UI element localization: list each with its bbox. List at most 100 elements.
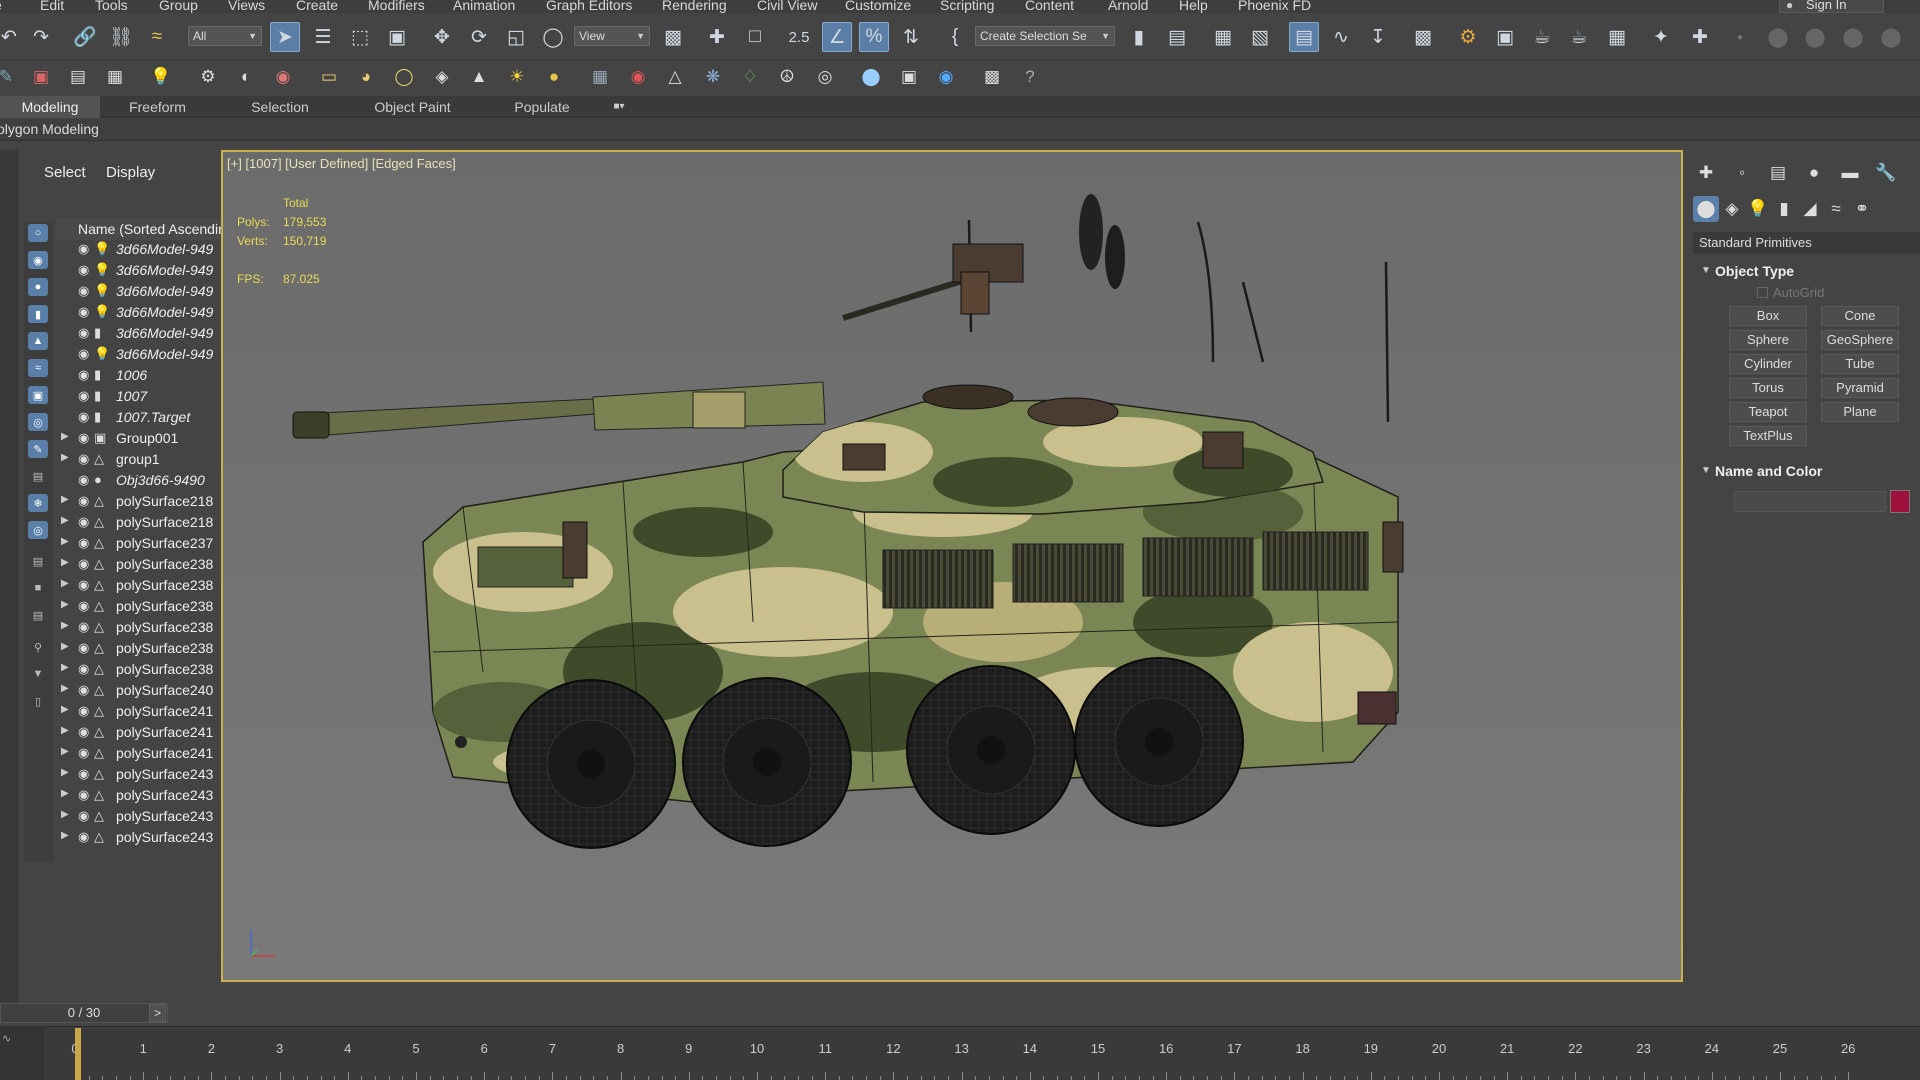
link-icon[interactable]: 🔗 <box>70 22 100 52</box>
expand-triangle-icon[interactable]: ▶ <box>61 746 69 757</box>
redo-icon[interactable]: ↷ <box>26 22 56 52</box>
menu-item-graph-editors[interactable]: Graph Editors <box>546 0 632 13</box>
textplus-button[interactable]: TextPlus <box>1729 426 1807 446</box>
grass-icon[interactable]: ♢ <box>736 63 764 91</box>
scale-icon[interactable]: ◱ <box>501 22 531 52</box>
tab-modeling[interactable]: Modeling <box>0 96 100 118</box>
scene-row[interactable]: ▶ ◉ △ polySurface218 <box>56 492 237 513</box>
material-editor-icon[interactable]: ▩ <box>1408 22 1438 52</box>
scene-row[interactable]: ◉ 💡 3d66Model-949 <box>56 303 237 324</box>
ambient-light-icon[interactable]: ● <box>540 63 568 91</box>
percent-snap-icon[interactable]: % <box>859 22 889 52</box>
rotate-icon[interactable]: ⟳ <box>464 22 494 52</box>
object-name-field[interactable] <box>1734 491 1886 512</box>
render-icon[interactable]: ◉ <box>269 63 297 91</box>
place-icon[interactable]: ◯ <box>538 22 568 52</box>
scene-row[interactable]: ▶ ◉ △ polySurface218 <box>56 513 237 534</box>
display-all-icon[interactable]: ▤ <box>28 552 48 570</box>
scene-row[interactable]: ▶ ◉ ▣ Group001 <box>56 429 237 450</box>
expand-triangle-icon[interactable]: ▶ <box>61 431 69 442</box>
torus-button[interactable]: Torus <box>1729 378 1807 398</box>
visibility-eye-icon[interactable]: ◉ <box>78 808 89 824</box>
display-xrefs-icon[interactable]: ◎ <box>28 413 48 431</box>
spinner-snap-icon[interactable]: ⇅ <box>896 22 926 52</box>
move-icon[interactable]: ✥ <box>427 22 457 52</box>
visibility-eye-icon[interactable]: ◉ <box>78 451 89 467</box>
lights-icon[interactable]: 💡 <box>1745 196 1771 222</box>
find-icon[interactable]: ⚲ <box>28 638 48 656</box>
scene-row[interactable]: ▶ ◉ △ polySurface238 <box>56 618 237 639</box>
motion-tab-icon[interactable]: ● <box>1801 160 1827 186</box>
scene-row[interactable]: ▶ ◉ △ polySurface241 <box>56 744 237 765</box>
display-hidden-icon[interactable]: ◎ <box>28 521 48 539</box>
cone-button[interactable]: Cone <box>1821 306 1899 326</box>
visibility-eye-icon[interactable]: ◉ <box>78 577 89 593</box>
keyboard-shortcut-icon[interactable]: □ <box>740 22 770 52</box>
helpers-icon[interactable]: ◢ <box>1797 196 1823 222</box>
visibility-eye-icon[interactable]: ◉ <box>78 262 89 278</box>
time-slider[interactable]: 0 / 30 <box>0 1003 168 1023</box>
menu-item-modifiers[interactable]: Modifiers <box>368 0 425 13</box>
undo-icon[interactable]: ↶ <box>0 22 24 52</box>
curve-editor-toggle[interactable]: ∿ <box>0 1026 44 1080</box>
mirror-icon[interactable]: ▮ <box>1124 22 1154 52</box>
sync-icon[interactable]: ▯ <box>28 692 48 710</box>
area-light-icon[interactable]: ▭ <box>315 63 343 91</box>
expand-triangle-icon[interactable]: ▶ <box>61 830 69 841</box>
scene-row[interactable]: ◉ ▮ 1006 <box>56 366 237 387</box>
viewport-user-defined[interactable]: [+] [1007] [User Defined] [Edged Faces] … <box>221 150 1683 982</box>
scene-row[interactable]: ▶ ◉ △ polySurface238 <box>56 660 237 681</box>
expand-triangle-icon[interactable]: ▶ <box>61 536 69 547</box>
menu-item-phoenix-fd[interactable]: Phoenix FD <box>1238 0 1311 13</box>
tube-button[interactable]: Tube <box>1821 354 1899 374</box>
next-frame-button[interactable]: > <box>149 1004 166 1022</box>
menu-item-views[interactable]: Views <box>228 0 265 13</box>
menu-item-help[interactable]: Help <box>1179 0 1208 13</box>
tab-populate[interactable]: Populate <box>492 96 592 118</box>
expand-triangle-icon[interactable]: ▶ <box>61 494 69 505</box>
visibility-eye-icon[interactable]: ◉ <box>78 787 89 803</box>
visibility-eye-icon[interactable]: ◉ <box>78 367 89 383</box>
toggle-ribbon-icon[interactable]: ▧ <box>1245 22 1275 52</box>
viewport-label[interactable]: [+] [1007] [User Defined] [Edged Faces] <box>227 156 456 171</box>
tool-icon[interactable]: ✦ <box>1646 22 1676 52</box>
select-by-name-icon[interactable]: ☰ <box>308 22 338 52</box>
scene-row[interactable]: ▶ ◉ △ polySurface241 <box>56 723 237 744</box>
settings-icon[interactable]: ⚙ <box>194 63 222 91</box>
cylinder-button[interactable]: Cylinder <box>1729 354 1807 374</box>
schematic-view-icon[interactable]: ↧ <box>1363 22 1393 52</box>
visibility-eye-icon[interactable]: ◉ <box>78 598 89 614</box>
expand-triangle-icon[interactable]: ▶ <box>61 557 69 568</box>
scene-row[interactable]: ◉ 💡 3d66Model-949 <box>56 261 237 282</box>
cameras-icon[interactable]: ▮ <box>1771 196 1797 222</box>
brush-icon[interactable]: ✎ <box>0 63 20 91</box>
rendered-frame-icon[interactable]: ▣ <box>1490 22 1520 52</box>
visibility-eye-icon[interactable]: ◉ <box>78 283 89 299</box>
display-none-icon[interactable]: ○ <box>28 224 48 242</box>
scene-row[interactable]: ◉ ▮ 3d66Model-949 <box>56 324 237 345</box>
menu-item-content[interactable]: Content <box>1025 0 1074 13</box>
menu-item-arnold[interactable]: Arnold <box>1108 0 1148 13</box>
render-iterative-icon[interactable]: ☕ <box>1564 22 1594 52</box>
ribbon-options-icon[interactable]: ■▾ <box>604 96 634 118</box>
edit-named-selection-icon[interactable]: { <box>940 22 970 52</box>
hair-icon[interactable]: ☮ <box>773 63 801 91</box>
menu-item-animation[interactable]: Animation <box>453 0 515 13</box>
scene-row[interactable]: ◉ 💡 3d66Model-949 <box>56 282 237 303</box>
visibility-eye-icon[interactable]: ◉ <box>78 619 89 635</box>
expand-triangle-icon[interactable]: ▶ <box>61 767 69 778</box>
scene-row[interactable]: ▶ ◉ △ polySurface243 <box>56 786 237 807</box>
scene-row[interactable]: ▶ ◉ △ polySurface238 <box>56 555 237 576</box>
teapot-button[interactable]: Teapot <box>1729 402 1807 422</box>
tab-freeform[interactable]: Freeform <box>110 96 205 118</box>
object-type-rollout[interactable]: ▼ Object Type <box>1693 260 1920 282</box>
rect-selection-icon[interactable]: ⬚ <box>345 22 375 52</box>
display-tab-icon[interactable]: ▬ <box>1837 160 1863 186</box>
shapes-icon[interactable]: ◈ <box>1719 196 1745 222</box>
scene-row[interactable]: ▶ ◉ △ polySurface238 <box>56 639 237 660</box>
mesh-light-icon[interactable]: ◈ <box>428 63 456 91</box>
export-icon[interactable]: ▩ <box>978 63 1006 91</box>
visibility-eye-icon[interactable]: ◉ <box>78 304 89 320</box>
tab-object-paint[interactable]: Object Paint <box>355 96 470 118</box>
scene-row[interactable]: ▶ ◉ △ group1 <box>56 450 237 471</box>
